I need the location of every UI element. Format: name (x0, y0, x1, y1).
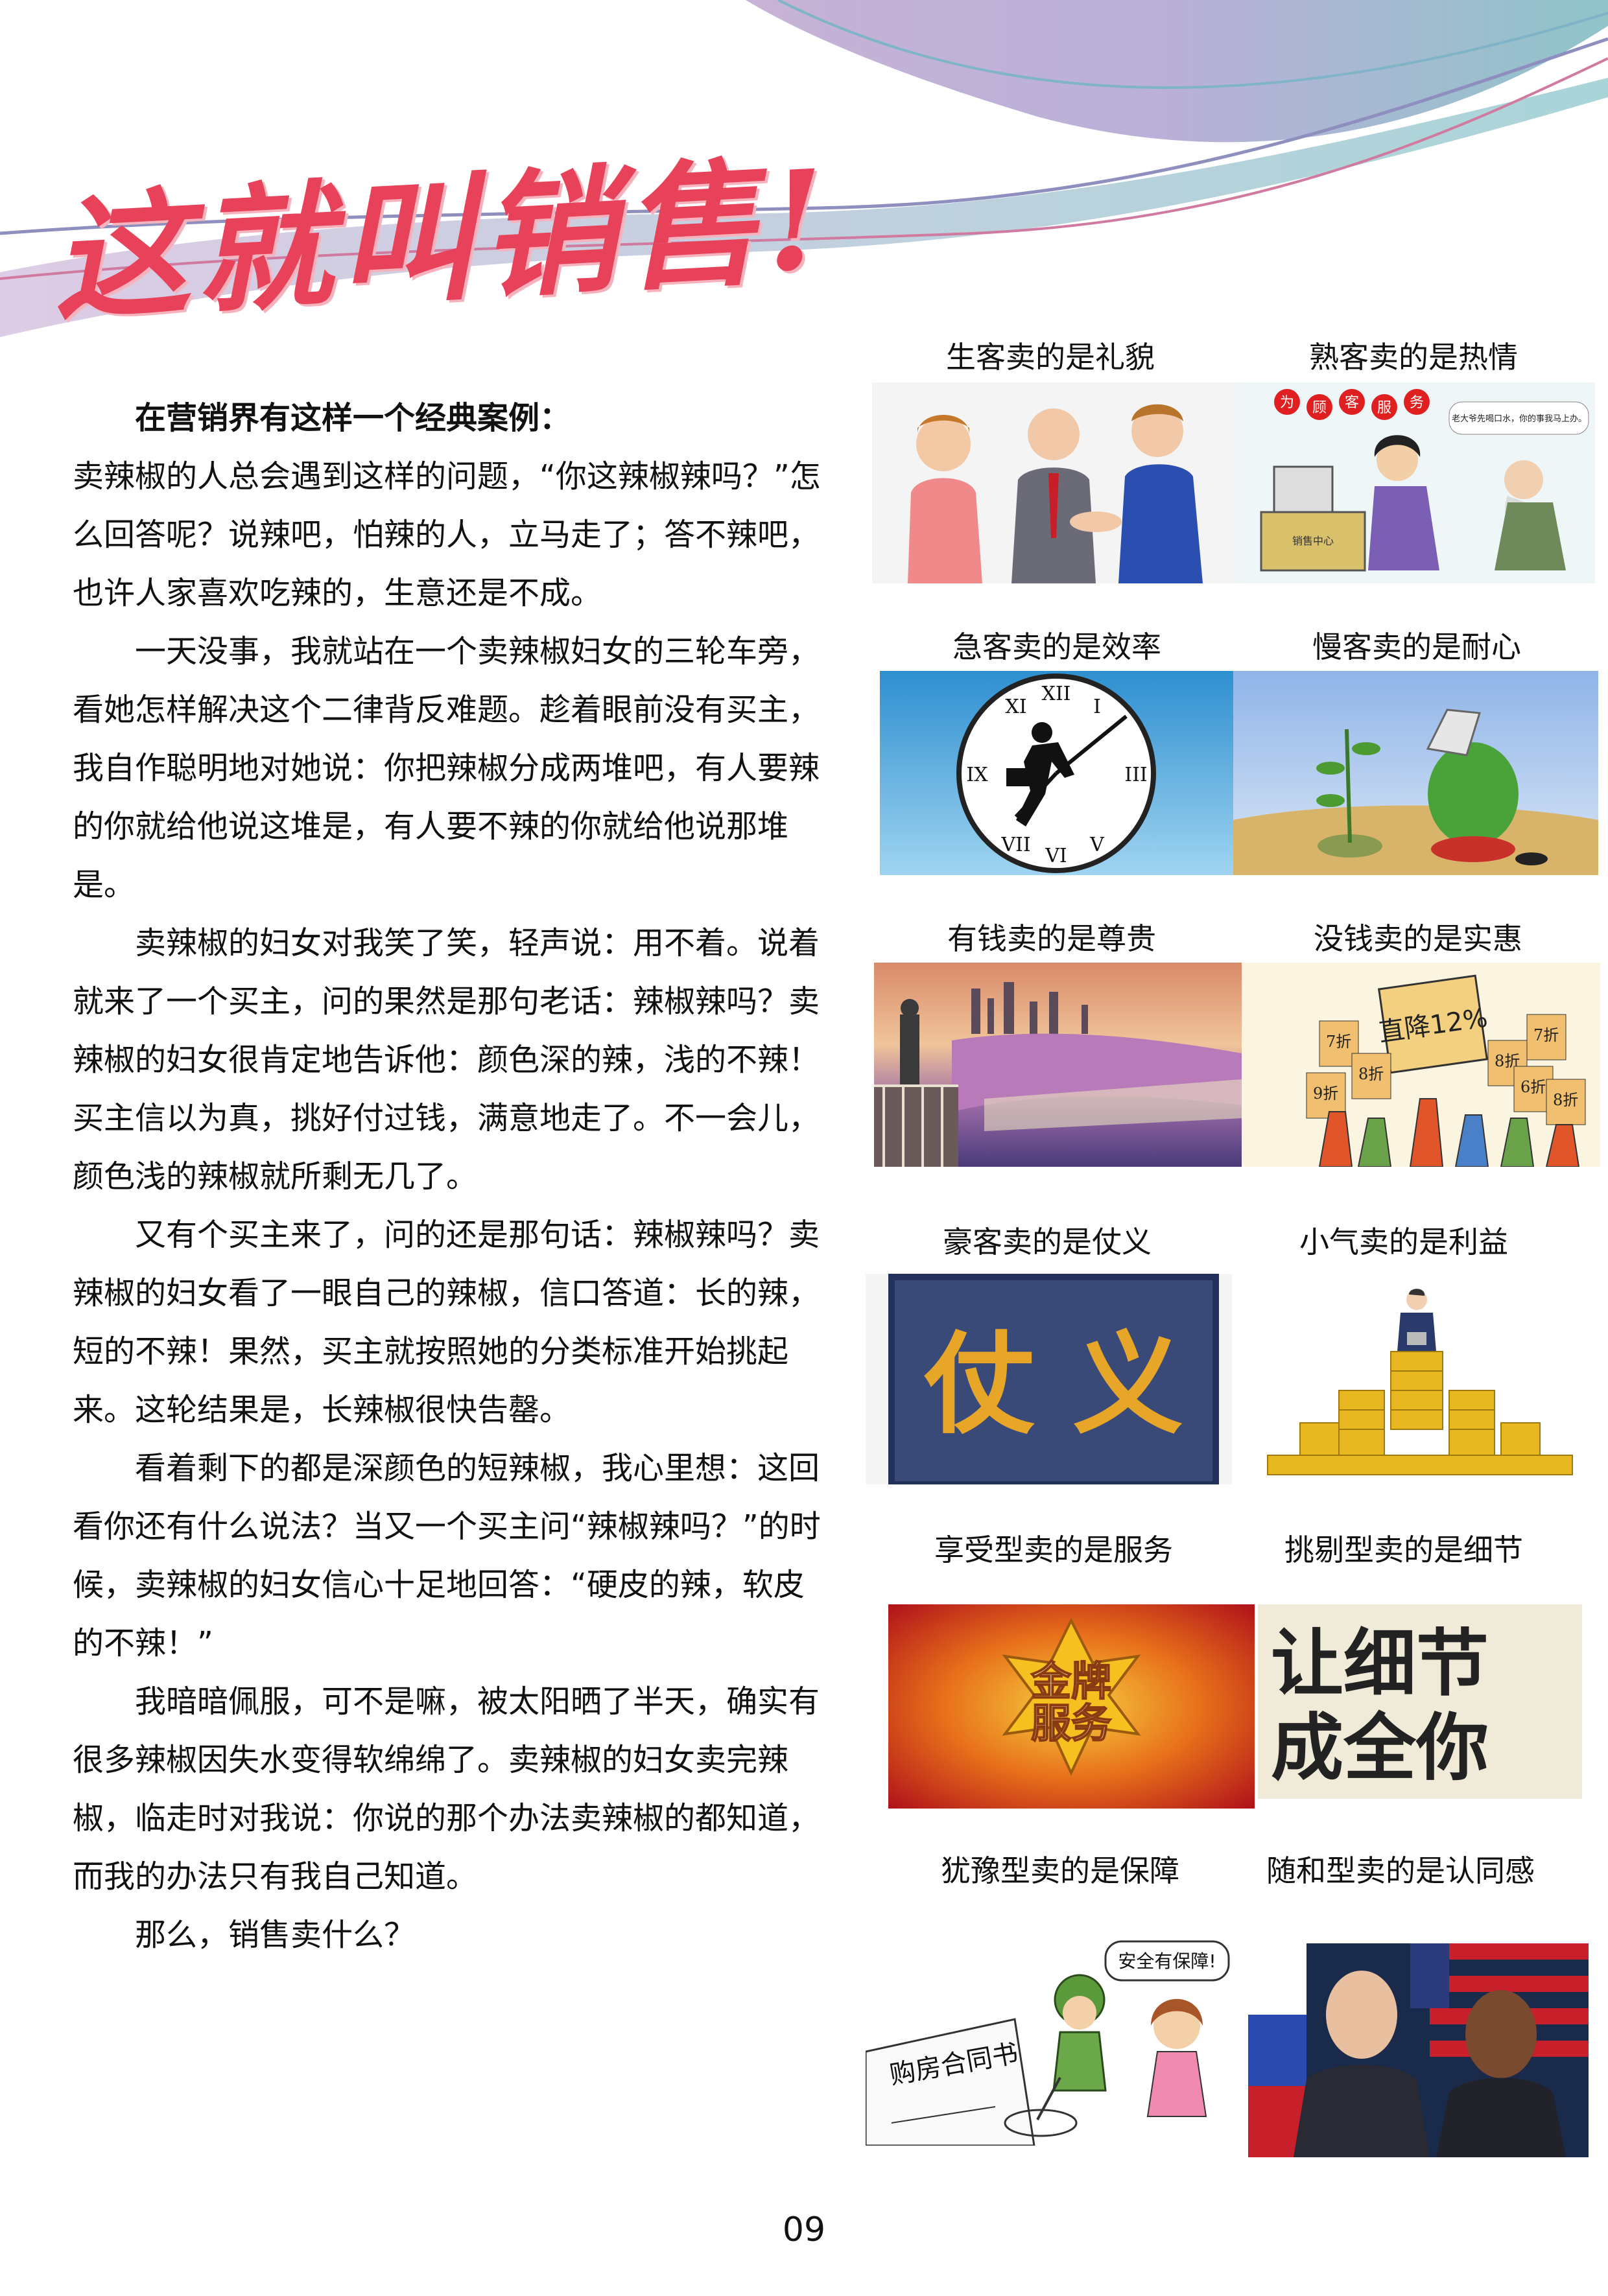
article-paragraph: 又有个买主来了，问的还是那句话：辣椒辣吗？卖辣椒的妇女看了一眼自己的辣椒，信口答… (73, 1217, 820, 1428)
detail-slogan-image: 让细节 成全你 (1258, 1604, 1582, 1799)
caption-enjoyment-customer: 享受型卖的是服务 (934, 1532, 1173, 1567)
svg-text:III: III (1124, 764, 1148, 786)
caption-generous-customer: 豪客卖的是仗义 (943, 1224, 1152, 1259)
article-lead: 在营销界有这样一个经典案例： (135, 400, 571, 436)
caption-stingy-customer: 小气卖的是利益 (1299, 1224, 1508, 1259)
slogan-text: 成全你 (1271, 1706, 1489, 1790)
discount-tag-text: 9折 (1313, 1084, 1338, 1103)
banner-char: 为 (1280, 395, 1294, 411)
svg-text:V: V (1089, 834, 1105, 856)
city-view-image (874, 963, 1242, 1167)
loyalty-calligraphy-image: 仗 义 (866, 1274, 1232, 1484)
coin-stacks-image (1242, 1274, 1595, 1484)
page-number: 09 (782, 2210, 826, 2249)
article-body: 在营销界有这样一个经典案例： 卖辣椒的人总会遇到这样的问题，“你这辣椒辣吗？”怎… (73, 389, 825, 1964)
house-contract-image: 购房合同书 安全有保障! (866, 1928, 1242, 2146)
article-paragraph: 卖辣椒的妇女对我笑了笑，轻声说：用不着。说着就来了一个买主，问的果然是那句老话：… (73, 925, 820, 1195)
banner-char: 顾 (1312, 400, 1327, 416)
clock-runner-image: XII VI IX III XI I VII V (880, 671, 1233, 875)
banner-char: 服 (1377, 400, 1391, 416)
slogan-text: 让细节 (1271, 1622, 1489, 1706)
banner-char: 客 (1345, 395, 1359, 411)
article-paragraph: 我暗暗佩服，可不是嘛，被太阳晒了半天，确实有很多辣椒因失水变得软绵绵了。卖辣椒的… (73, 1683, 820, 1895)
badge-text: 服务 (1031, 1700, 1111, 1747)
svg-text:IX: IX (966, 764, 988, 786)
page-title: 这就叫销售! (49, 139, 836, 340)
article-paragraph: 卖辣椒的人总会遇到这样的问题，“你这辣椒辣吗？”怎么回答呢？说辣吧，怕辣的人，立… (73, 458, 821, 611)
discount-protest-image: 直降12% 7折 8折 9折 8折 6折 7折 8折 (1242, 963, 1600, 1167)
banner-char: 务 (1410, 395, 1424, 411)
service-counter-image: 为 顾 客 服 务 老大爷先喝口水，你的事我马上办。 销售中心 (1235, 382, 1595, 583)
discount-tag-text: 7折 (1533, 1026, 1559, 1044)
calligraphy-text: 仗 义 (923, 1320, 1183, 1449)
leaders-meeting-photo (1248, 1943, 1589, 2157)
caption-regular-customer: 熟客卖的是热情 (1309, 340, 1518, 375)
svg-text:I: I (1093, 696, 1101, 718)
desk-label: 销售中心 (1292, 535, 1334, 547)
svg-text:XII: XII (1041, 683, 1070, 705)
speech-bubble-text: 老大爷先喝口水，你的事我马上办。 (1452, 414, 1587, 424)
badge-text: 金牌 (1030, 1658, 1111, 1705)
article-paragraph: 看着剩下的都是深颜色的短辣椒，我心里想：这回看你还有什么说法？当又一个买主问“辣… (73, 1450, 821, 1661)
discount-tag-text: 6折 (1520, 1078, 1546, 1096)
caption-slow-customer: 慢客卖的是耐心 (1312, 629, 1521, 664)
article-paragraph: 一天没事，我就站在一个卖辣椒妇女的三轮车旁，看她怎样解决这个二律背反难题。趁着眼… (73, 633, 820, 903)
discount-tag-text: 8折 (1358, 1065, 1384, 1083)
caption-rich-customer: 有钱卖的是尊贵 (947, 921, 1156, 956)
caption-picky-customer: 挑剔型卖的是细节 (1284, 1532, 1523, 1567)
discount-tag-text: 8折 (1553, 1091, 1578, 1109)
svg-text:VII: VII (1000, 834, 1030, 856)
handshake-image (872, 382, 1235, 583)
gold-service-image: 金牌 服务 (888, 1604, 1255, 1809)
caption-new-customer: 生客卖的是礼貌 (946, 340, 1155, 375)
discount-tag-text: 7折 (1326, 1033, 1351, 1051)
caption-hurried-customer: 急客卖的是效率 (952, 629, 1161, 664)
svg-text:VI: VI (1045, 845, 1067, 867)
article-paragraph: 那么，销售卖什么？ (135, 1917, 416, 1953)
patient-gardener-image (1233, 671, 1598, 875)
safety-bubble-text: 安全有保障! (1118, 1950, 1216, 1972)
caption-poor-customer: 没钱卖的是实惠 (1314, 921, 1522, 956)
svg-text:XI: XI (1005, 696, 1026, 718)
caption-easygoing-customer: 随和型卖的是认同感 (1266, 1853, 1535, 1888)
caption-hesitant-customer: 犹豫型卖的是保障 (941, 1853, 1179, 1888)
